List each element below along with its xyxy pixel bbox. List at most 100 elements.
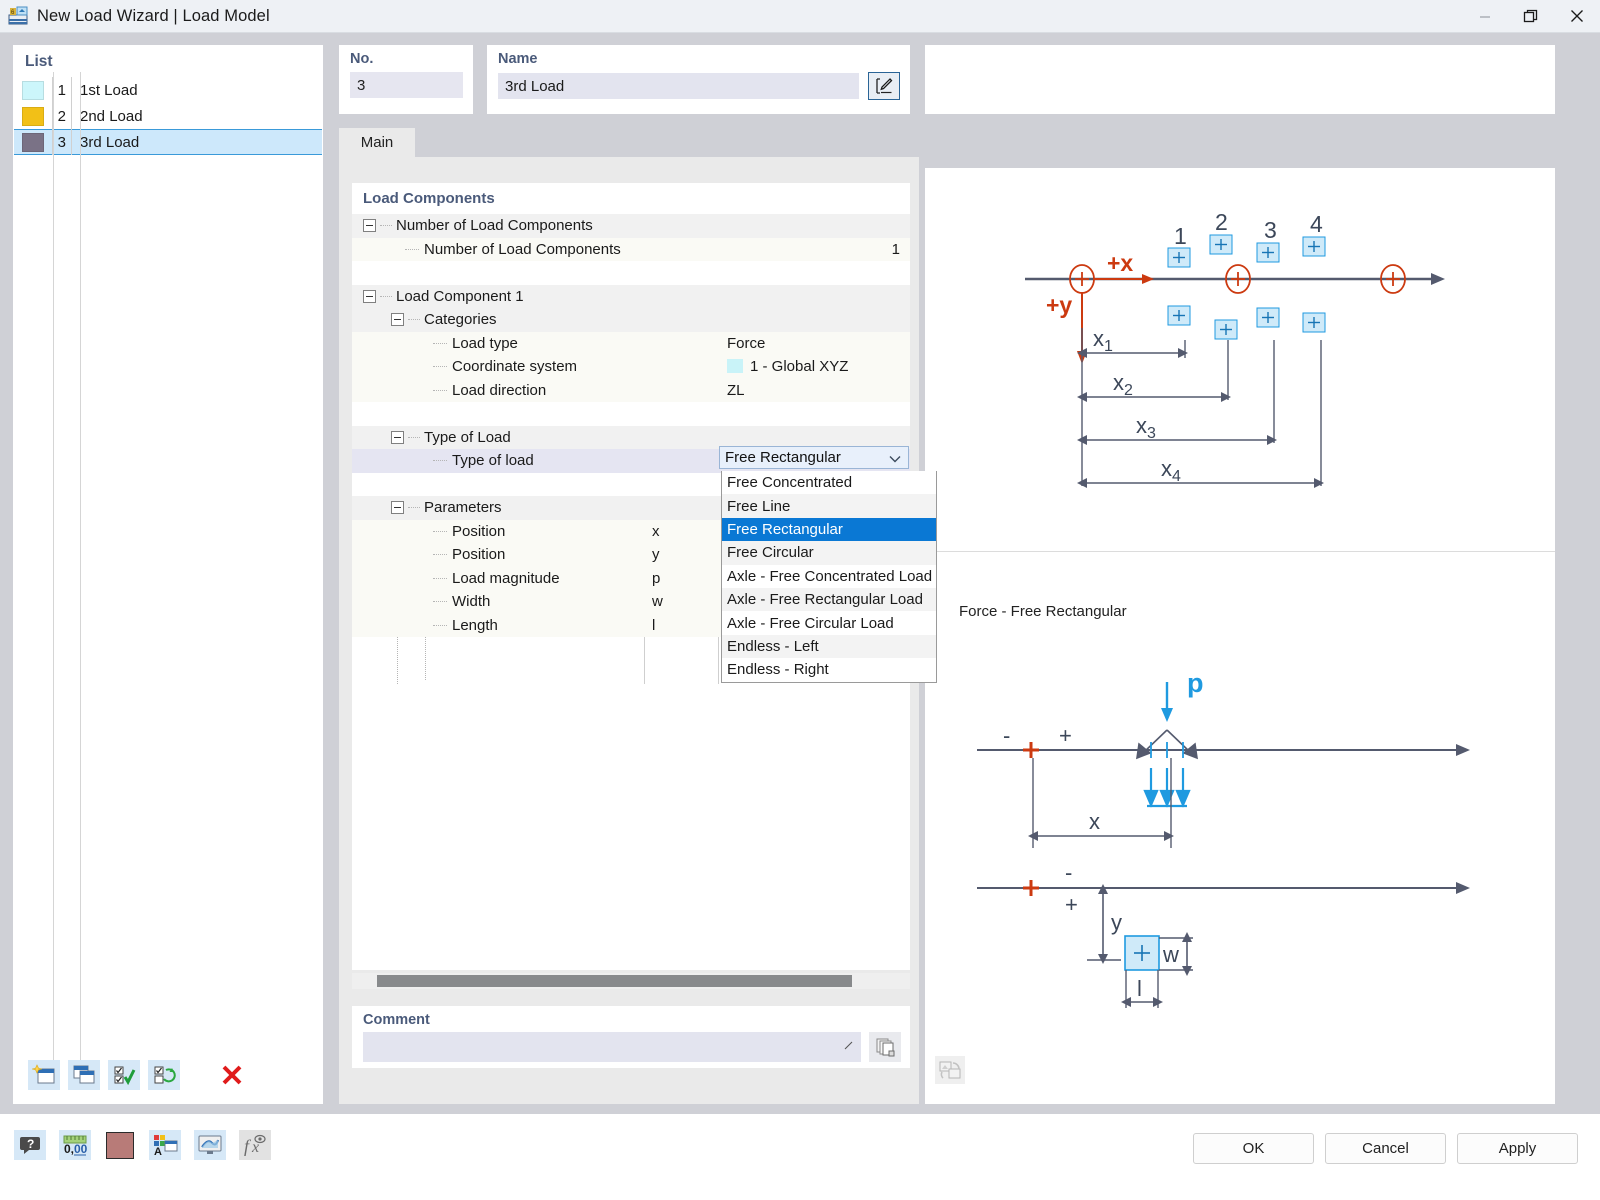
dropdown-option[interactable]: Free Circular (722, 541, 936, 565)
tab-main[interactable]: Main (339, 128, 415, 157)
svg-text:A: A (154, 1146, 162, 1156)
collapse-expander-icon[interactable] (363, 289, 376, 303)
list-item-number: 2 (57, 107, 66, 125)
node-number-2: 2 (1215, 209, 1228, 235)
tree-row-symbol: p (652, 569, 661, 587)
dialog-footer: ? 0, 00 A f x OK Cancel Apply (0, 1113, 1600, 1200)
rename-pencil-icon[interactable] (868, 72, 900, 100)
close-icon[interactable] (1554, 0, 1600, 33)
type-of-load-combo[interactable]: Free Rectangular (719, 446, 909, 469)
sign-label-plus: + (1059, 723, 1072, 748)
list-item-label: 3rd Load (80, 133, 140, 151)
dimension-label-x4: x4 (1161, 456, 1181, 485)
new-window-star-icon[interactable] (28, 1060, 60, 1090)
dropdown-option[interactable]: Endless - Left (722, 634, 936, 659)
color-swatch (22, 132, 44, 152)
tree-row-symbol: y (652, 546, 660, 564)
color-swatch (22, 80, 44, 100)
tree-group-row[interactable]: Number of Load Components (352, 214, 910, 238)
node-number-3: 3 (1264, 217, 1277, 243)
list-item-selected[interactable]: 3 3rd Load (14, 129, 322, 155)
tree-row-label: Number of Load Components (396, 217, 593, 235)
dimension-label-w: w (1162, 942, 1179, 967)
tree-row-symbol: x (652, 522, 660, 540)
name-row: 3rd Load (498, 72, 900, 100)
copy-windows-icon[interactable] (68, 1060, 100, 1090)
sign-label-minus: - (1003, 723, 1010, 748)
number-panel: No. 3 (339, 45, 473, 114)
list-item[interactable]: 1 1st Load (14, 77, 322, 103)
chevron-down-icon[interactable] (888, 452, 902, 469)
comment-input[interactable] (363, 1032, 861, 1062)
load-marker-box (1256, 307, 1280, 328)
tree-row-label: Categories (424, 311, 497, 329)
axis-label-x: +x (1107, 250, 1133, 276)
node-number-4: 4 (1310, 211, 1323, 237)
tree-row-label: Load type (452, 334, 518, 352)
question-bubble-icon[interactable]: ? (14, 1130, 46, 1160)
collapse-expander-icon[interactable] (391, 430, 404, 444)
load-marker-box (1302, 236, 1326, 257)
number-input[interactable]: 3 (350, 72, 463, 98)
list-item-label: 2nd Load (80, 107, 143, 125)
axis-label-y: +y (1046, 292, 1072, 318)
color-swatch-icon[interactable] (104, 1130, 136, 1160)
tree-leaf-row[interactable]: Coordinate system 1 - Global XYZ (352, 355, 910, 379)
tree-leaf-row[interactable]: Number of Load Components 1 (352, 237, 910, 261)
list-item[interactable]: 2 2nd Load (14, 103, 322, 129)
collapse-expander-icon[interactable] (391, 313, 404, 327)
tree-horizontal-scrollbar[interactable] (352, 973, 910, 989)
svg-text:?: ? (27, 1137, 34, 1151)
fx-eye-icon[interactable]: f x (239, 1130, 271, 1160)
load-marker-box (1167, 305, 1191, 326)
tree-row-label: Length (452, 616, 498, 634)
dimension-label-l: l (1137, 976, 1142, 1001)
monitor-icon[interactable] (194, 1130, 226, 1160)
scrollbar-thumb[interactable] (377, 975, 852, 987)
restore-icon[interactable] (1508, 0, 1554, 33)
preview-header-panel (925, 45, 1555, 114)
list-item-label: 1st Load (80, 81, 138, 99)
tree-group-row[interactable]: Load Component 1 (352, 284, 910, 308)
tree-leaf-row[interactable]: Load direction ZL (352, 378, 910, 402)
sign-label-minus: - (1065, 860, 1072, 885)
palette-window-icon[interactable]: A (149, 1130, 181, 1160)
dropdown-option[interactable]: Endless - Right (722, 658, 936, 681)
tree-row-symbol: w (652, 593, 663, 611)
type-of-load-value: Free Rectangular (725, 449, 841, 466)
tree-leaf-row[interactable]: Load type Force (352, 331, 910, 355)
copy-pages-icon[interactable] (869, 1032, 901, 1062)
red-x-icon[interactable] (216, 1060, 248, 1090)
resize-handle-icon[interactable] (843, 1039, 855, 1056)
decimal-ruler-icon[interactable]: 0, 00 (59, 1130, 91, 1160)
type-of-load-dropdown[interactable]: Free Concentrated Free Line Free Rectang… (721, 471, 937, 683)
comment-row (363, 1032, 901, 1062)
collapse-expander-icon[interactable] (391, 501, 404, 515)
title-bar: 6 New Load Wizard | Load Model (0, 0, 1600, 33)
svg-text:00: 00 (74, 1142, 88, 1156)
load-list[interactable]: 1 1st Load 2 2nd Load 3 3rd Load (14, 77, 322, 155)
name-input[interactable]: 3rd Load (498, 73, 859, 99)
tree-group-row[interactable]: Categories (352, 308, 910, 332)
apply-button[interactable]: Apply (1457, 1133, 1578, 1164)
dropdown-option[interactable]: Axle - Free Circular Load (722, 611, 936, 634)
tree-row-label: Load direction (452, 381, 547, 399)
checklist-check-icon[interactable] (108, 1060, 140, 1090)
ok-button[interactable]: OK (1193, 1133, 1314, 1164)
collapse-expander-icon[interactable] (363, 219, 376, 233)
free-rectangular-detail-diagram: - + p x - + y w l (925, 630, 1555, 1030)
diagram-refresh-icon[interactable] (935, 1056, 965, 1084)
dimension-label-y: y (1111, 910, 1122, 935)
dropdown-option[interactable]: Free Concentrated (722, 471, 936, 494)
diagram-caption: Force - Free Rectangular (959, 603, 1127, 620)
tree-row-label: Position (452, 522, 506, 540)
dropdown-option[interactable]: Axle - Free Rectangular Load (722, 587, 936, 612)
dimension-label-x2: x2 (1113, 370, 1133, 399)
cancel-button[interactable]: Cancel (1325, 1133, 1446, 1164)
dropdown-option[interactable]: Axle - Free Concentrated Load (722, 565, 936, 588)
dropdown-option[interactable]: Free Line (722, 494, 936, 518)
dropdown-option-selected[interactable]: Free Rectangular (722, 517, 936, 542)
minimize-icon[interactable] (1462, 0, 1508, 33)
checklist-refresh-icon[interactable] (148, 1060, 180, 1090)
tree-spacer-row (352, 402, 910, 426)
